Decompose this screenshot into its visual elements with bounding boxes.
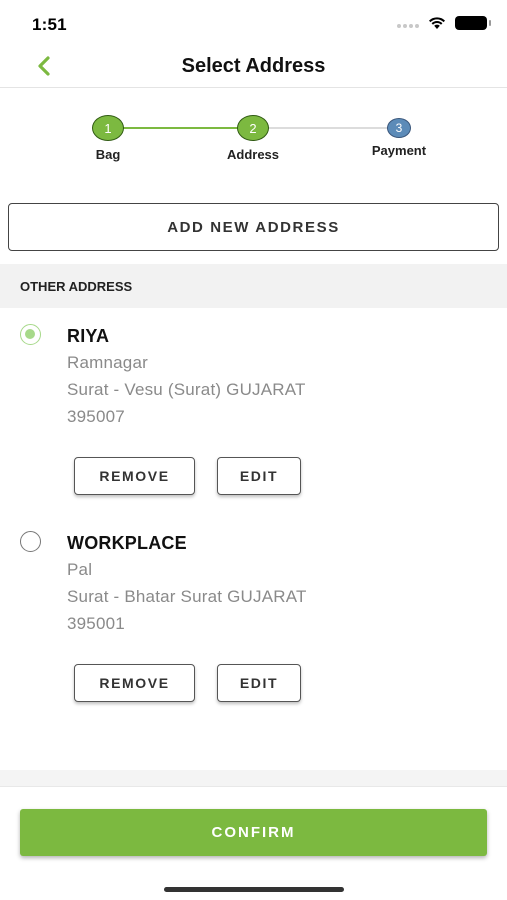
- address-pincode: 395001: [67, 614, 125, 633]
- footer: CONFIRM: [0, 786, 507, 900]
- step-2-label: Address: [226, 147, 280, 162]
- battery-icon: [455, 16, 491, 30]
- section-header: OTHER ADDRESS: [0, 264, 507, 308]
- status-icons: [397, 16, 491, 30]
- wifi-icon: [429, 17, 445, 29]
- address-name: RIYA: [67, 326, 110, 346]
- address-card: RIYA Ramnagar Surat - Vesu (Surat) GUJAR…: [0, 308, 507, 508]
- address-pincode: 395007: [67, 407, 125, 426]
- address-radio-selected[interactable]: [20, 324, 41, 345]
- step-connector-complete: [108, 127, 253, 129]
- step-1-circle: 1: [92, 115, 124, 141]
- status-time: 1:51: [32, 15, 67, 34]
- address-name: WORKPLACE: [67, 533, 187, 553]
- nav-bar: Select Address: [0, 46, 507, 88]
- edit-address-button[interactable]: EDIT: [217, 457, 301, 495]
- step-3-label: Payment: [371, 143, 427, 158]
- step-1-label: Bag: [95, 147, 121, 162]
- remove-address-button[interactable]: REMOVE: [74, 664, 195, 702]
- page-title: Select Address: [181, 55, 326, 77]
- address-line1: Pal: [67, 560, 93, 579]
- address-radio-unselected[interactable]: [20, 531, 41, 552]
- add-new-address-button[interactable]: ADD NEW ADDRESS: [8, 203, 499, 251]
- confirm-button[interactable]: CONFIRM: [20, 809, 487, 856]
- address-line2: Surat - Bhatar Surat GUJARAT: [67, 587, 307, 606]
- address-line1: Ramnagar: [67, 353, 148, 372]
- signal-icon: [397, 18, 419, 28]
- edit-address-button[interactable]: EDIT: [217, 664, 301, 702]
- step-connector-pending: [253, 127, 398, 129]
- status-bar: 1:51: [0, 0, 507, 46]
- list-end-divider: [0, 770, 507, 786]
- step-2-circle: 2: [237, 115, 269, 141]
- step-3-circle: 3: [387, 118, 411, 138]
- address-card: WORKPLACE Pal Surat - Bhatar Surat GUJAR…: [0, 515, 507, 715]
- remove-address-button[interactable]: REMOVE: [74, 457, 195, 495]
- checkout-stepper: 1 2 3 Bag Address Payment: [0, 108, 507, 168]
- section-header-label: OTHER ADDRESS: [20, 279, 133, 294]
- address-line2: Surat - Vesu (Surat) GUJARAT: [67, 380, 306, 399]
- home-indicator: [164, 887, 344, 892]
